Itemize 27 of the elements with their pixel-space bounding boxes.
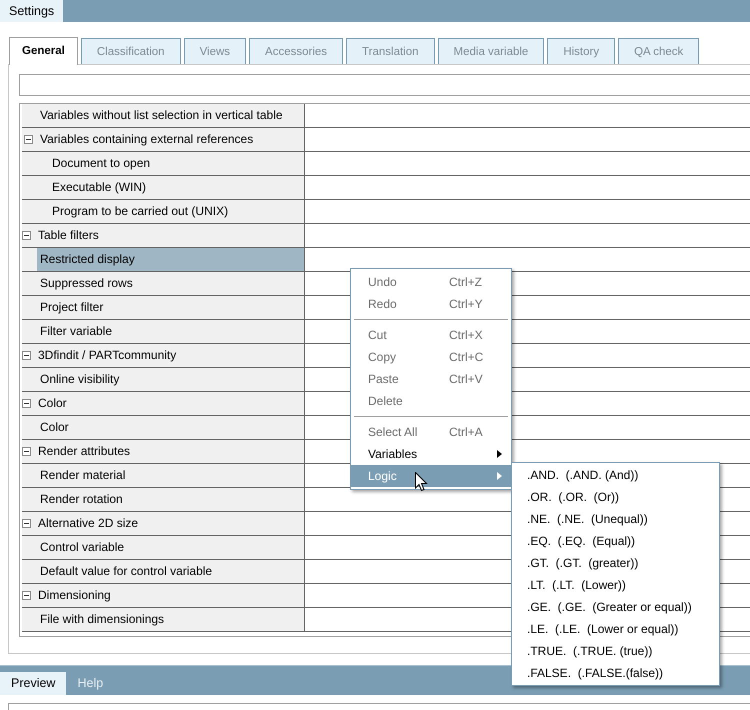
menu-item[interactable]: .EQ. (.EQ. (Equal)) xyxy=(512,530,719,552)
submenu-arrow-icon xyxy=(497,472,502,480)
menu-item[interactable]: .GE. (.GE. (Greater or equal)) xyxy=(512,596,719,618)
collapse-icon[interactable] xyxy=(22,399,31,408)
collapse-icon[interactable] xyxy=(22,231,31,240)
menu-item[interactable]: .NE. (.NE. (Unequal)) xyxy=(512,508,719,530)
menu-item[interactable]: .LT. (.LT. (Lower)) xyxy=(512,574,719,596)
menu-item[interactable]: .LE. (.LE. (Lower or equal)) xyxy=(512,618,719,640)
menu-item[interactable]: .FALSE. (.FALSE.(false)) xyxy=(512,662,719,684)
tab[interactable]: Preview xyxy=(0,672,66,695)
collapse-icon[interactable] xyxy=(22,591,31,600)
menu-item[interactable]: .AND. (.AND. (And)) xyxy=(512,464,719,486)
input-field[interactable] xyxy=(19,74,750,96)
collapse-icon[interactable] xyxy=(22,351,31,360)
property-name[interactable]: Color xyxy=(35,392,70,415)
collapse-icon[interactable] xyxy=(22,447,31,456)
tab[interactable]: General xyxy=(9,37,78,65)
property-name[interactable]: Color xyxy=(37,416,72,439)
menu-item[interactable]: .OR. (.OR. (Or)) xyxy=(512,486,719,508)
collapse-icon[interactable] xyxy=(22,519,31,528)
collapse-icon[interactable] xyxy=(24,135,33,144)
menu-item[interactable]: .GT. (.GT. (greater)) xyxy=(512,552,719,574)
menu-item[interactable]: .TRUE. (.TRUE. (true)) xyxy=(512,640,719,662)
submenu-arrow-icon xyxy=(497,450,502,458)
menu-item[interactable]: Variables xyxy=(351,443,511,465)
window-title: Settings xyxy=(0,0,64,22)
property-name[interactable]: Restricted display xyxy=(37,248,304,271)
